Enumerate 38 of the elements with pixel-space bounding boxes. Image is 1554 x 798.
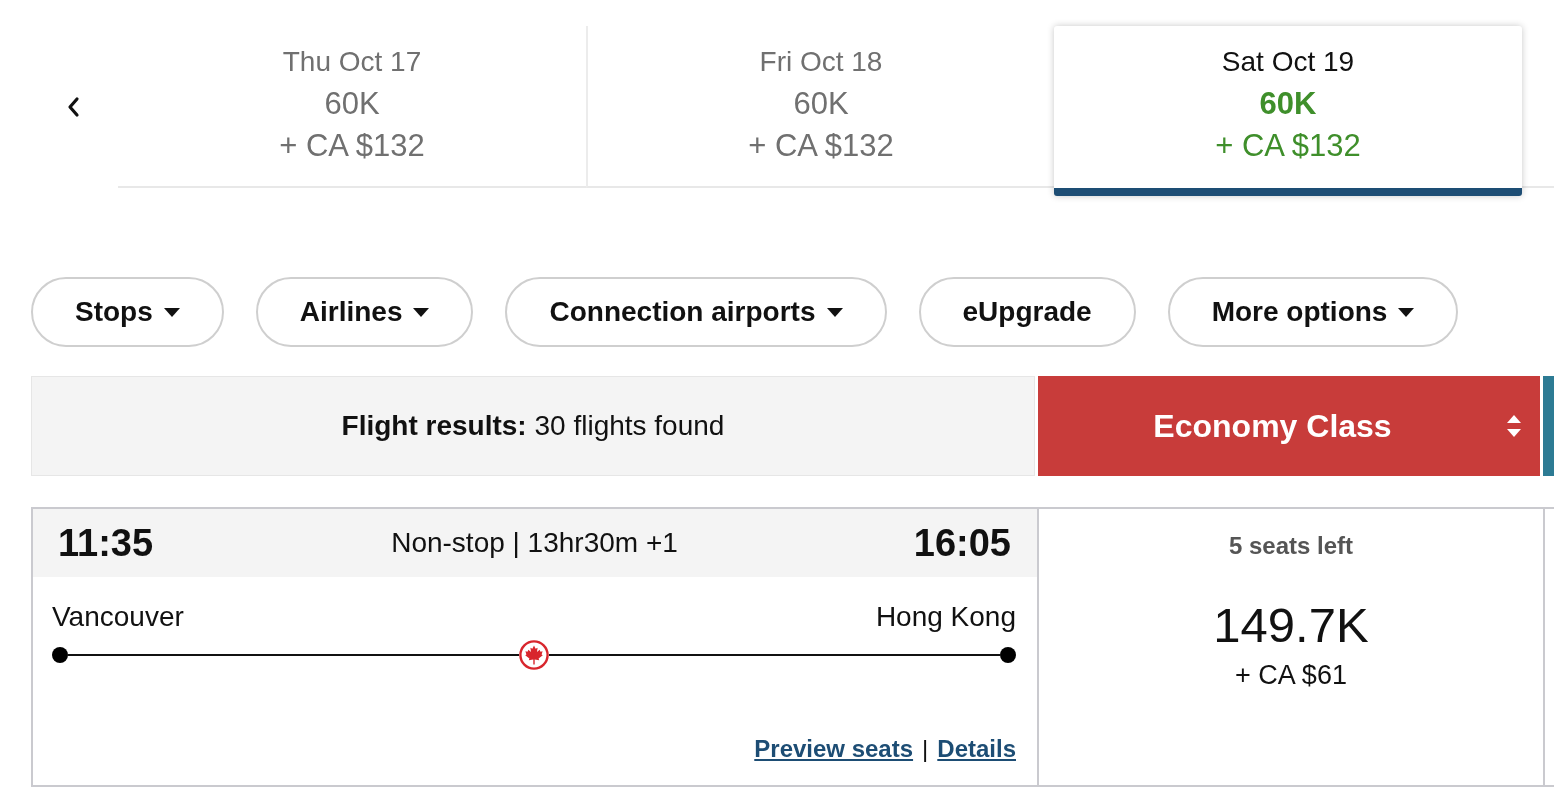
destination-city: Hong Kong <box>875 600 1016 634</box>
chevron-left-icon <box>66 96 80 118</box>
filter-button[interactable]: More options <box>1167 277 1459 347</box>
maple-leaf-icon <box>519 640 549 670</box>
sort-arrows-icon <box>1507 413 1521 439</box>
flight-link[interactable]: Preview seats <box>754 735 914 763</box>
flight-link[interactable]: Details <box>937 735 1016 763</box>
caret-down-icon <box>1398 307 1415 317</box>
seats-left-text: 5 seats left <box>1228 531 1354 561</box>
filter-button[interactable]: Airlines <box>255 277 474 347</box>
date-tab[interactable]: Fri Oct 18 60K + CA $132 <box>586 26 1054 188</box>
caret-down-icon <box>163 307 180 317</box>
fare-price: + CA $61 <box>1235 659 1347 691</box>
caret-down-icon <box>413 307 430 317</box>
origin-dot-icon <box>52 647 68 663</box>
caret-down-icon <box>826 307 843 317</box>
origin-city: Vancouver <box>52 600 184 634</box>
tab-date: Thu Oct 17 <box>282 45 422 79</box>
departure-time: 11:35 <box>58 521 154 565</box>
tab-price: + CA $132 <box>279 127 425 165</box>
arrival-time: 16:05 <box>913 521 1011 565</box>
tab-price: + CA $132 <box>1215 127 1361 165</box>
tab-points: 60K <box>793 85 849 123</box>
date-tab[interactable]: Sat Oct 19 60K + CA $132 <box>1054 26 1522 196</box>
filter-button[interactable]: eUpgrade <box>918 277 1136 347</box>
flight-summary: Non-stop | 13hr30m +1 <box>391 527 678 559</box>
tab-date: Fri Oct 18 <box>759 45 883 79</box>
cabin-class-selector[interactable]: Economy Class <box>1038 376 1540 476</box>
filter-button[interactable]: Connection airports <box>505 277 887 347</box>
tab-points: 60K <box>324 85 380 123</box>
tab-price: + CA $132 <box>748 127 894 165</box>
link-separator: | <box>922 735 929 763</box>
tab-points: 60K <box>1259 85 1317 123</box>
results-count-text: Flight results: 30 flights found <box>341 410 725 442</box>
filter-button[interactable]: Stops <box>31 277 224 347</box>
tab-date: Sat Oct 19 <box>1221 45 1355 79</box>
fare-points: 149.7K <box>1213 597 1369 654</box>
destination-dot-icon <box>1000 647 1016 663</box>
